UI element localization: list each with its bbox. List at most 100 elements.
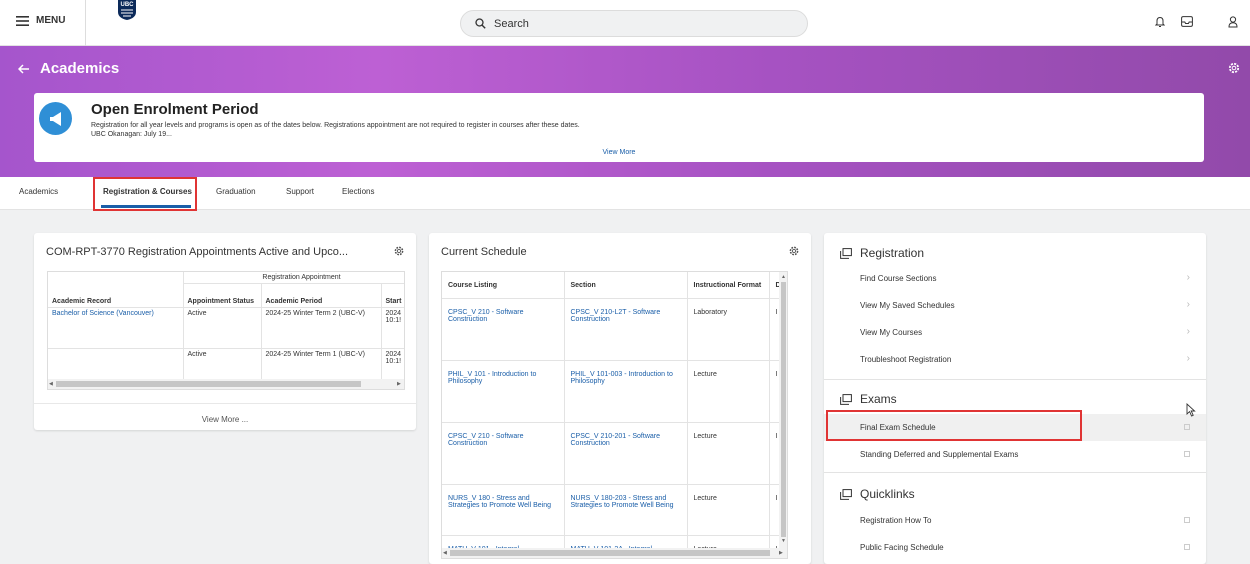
ubc-logo[interactable]: UBC: [118, 0, 136, 20]
external-link-icon: [1184, 517, 1190, 523]
window-icon: [840, 393, 852, 405]
chevron-right-icon: ›: [1186, 326, 1190, 337]
exams-section-header: Exams: [840, 392, 897, 406]
external-link-icon: [1184, 544, 1190, 550]
scrollbar-thumb[interactable]: [781, 282, 786, 537]
section-title: Exams: [860, 392, 897, 406]
gear-icon[interactable]: [1227, 61, 1241, 75]
hamburger-icon: [16, 15, 29, 26]
link-label: Troubleshoot Registration: [860, 355, 952, 364]
final-exam-schedule-link[interactable]: Final Exam Schedule: [824, 414, 1206, 441]
link-label: Public Facing Schedule: [860, 543, 944, 552]
quicklinks-section-header: Quicklinks: [840, 487, 915, 501]
scrollbar-thumb[interactable]: [56, 381, 361, 387]
scroll-right-arrow[interactable]: ▶: [397, 381, 401, 387]
tab-graduation[interactable]: Graduation: [216, 187, 256, 196]
inbox-icon[interactable]: [1181, 16, 1193, 27]
tab-support[interactable]: Support: [286, 187, 314, 196]
table-row: Bachelor of Science (Vancouver) Active 2…: [48, 307, 404, 349]
menu-button[interactable]: MENU: [16, 15, 65, 26]
scroll-left-arrow[interactable]: ◀: [443, 550, 447, 556]
course-link[interactable]: CPSC_V 210 - Software Construction: [448, 309, 523, 323]
bell-icon[interactable]: [1155, 16, 1165, 28]
external-link-icon: [1184, 424, 1190, 430]
link-label: Find Course Sections: [860, 274, 937, 283]
divider: [85, 0, 86, 46]
menu-label: MENU: [36, 15, 66, 26]
troubleshoot-registration-link[interactable]: Troubleshoot Registration ›: [824, 346, 1206, 373]
announcement-text: Registration for all year levels and pro…: [91, 121, 1091, 139]
section-link[interactable]: NURS_V 180-203 - Stress and Strategies t…: [571, 495, 674, 509]
window-icon: [840, 488, 852, 500]
search-box[interactable]: [460, 10, 808, 37]
chevron-right-icon: ›: [1186, 353, 1190, 364]
horizontal-scrollbar[interactable]: ◀ ▶: [48, 379, 404, 389]
search-input[interactable]: [494, 17, 784, 30]
section-title: Registration: [860, 246, 925, 260]
active-tab-indicator: [101, 205, 191, 208]
gear-icon[interactable]: [788, 245, 800, 257]
gear-icon[interactable]: [393, 245, 405, 257]
back-arrow-icon[interactable]: [18, 63, 30, 74]
top-bar: MENU UBC: [0, 0, 1250, 46]
academics-banner: Academics Open Enrolment Period Registra…: [0, 46, 1250, 177]
table-cell: Active: [183, 307, 262, 349]
course-link[interactable]: NURS_V 180 - Stress and Strategies to Pr…: [448, 495, 551, 509]
table-cell: 2024 10:1!: [381, 307, 404, 349]
chevron-right-icon: ›: [1186, 272, 1190, 283]
megaphone-icon: [39, 102, 72, 135]
find-course-sections-link[interactable]: Find Course Sections ›: [824, 265, 1206, 292]
announcement-card: Open Enrolment Period Registration for a…: [34, 93, 1204, 162]
academic-record-link[interactable]: Bachelor of Science (Vancouver): [52, 310, 154, 317]
svg-text:UBC: UBC: [121, 2, 135, 8]
view-saved-schedules-link[interactable]: View My Saved Schedules ›: [824, 292, 1206, 319]
search-icon: [475, 18, 486, 29]
registration-section-header: Registration: [840, 246, 924, 260]
registration-appointments-card: COM-RPT-3770 Registration Appointments A…: [34, 233, 416, 430]
section-title: Quicklinks: [860, 487, 915, 501]
section-link[interactable]: CPSC_V 210-L2T - Software Construction: [571, 309, 661, 323]
horizontal-scrollbar[interactable]: ◀ ▶: [442, 548, 787, 558]
scroll-right-arrow[interactable]: ▶: [779, 550, 783, 556]
schedule-table: Course Listing Section Instructional For…: [441, 271, 788, 559]
column-header: Instructional Format: [687, 272, 770, 299]
current-schedule-card: Current Schedule Course Listing Section …: [429, 233, 811, 564]
external-link-icon: [1184, 451, 1190, 457]
announcement-view-more-link[interactable]: View More: [34, 149, 1204, 156]
page-header: Academics: [18, 60, 119, 77]
table-row: NURS_V 180 - Stress and Strategies to Pr…: [442, 484, 787, 536]
links-card: Registration Find Course Sections › View …: [824, 233, 1206, 564]
course-link[interactable]: PHIL_V 101 - Introduction to Philosophy: [448, 371, 536, 385]
scrollbar-thumb[interactable]: [450, 550, 770, 556]
announcement-body: Registration for all year levels and pro…: [91, 122, 580, 129]
view-more-link[interactable]: View More ...: [34, 415, 416, 424]
card-title: Current Schedule: [441, 246, 527, 258]
appointments-table: Registration Appointment Academic Record…: [47, 271, 405, 390]
link-label: View My Saved Schedules: [860, 301, 955, 310]
vertical-scrollbar[interactable]: ▲ ▼: [779, 272, 787, 548]
link-label: View My Courses: [860, 328, 923, 337]
scroll-up-arrow[interactable]: ▲: [781, 274, 786, 280]
scroll-left-arrow[interactable]: ◀: [49, 381, 53, 387]
public-facing-schedule-link[interactable]: Public Facing Schedule: [824, 534, 1206, 561]
header-spacer: [48, 272, 184, 284]
section-link[interactable]: PHIL_V 101-003 - Introduction to Philoso…: [571, 371, 673, 385]
table-row: PHIL_V 101 - Introduction to Philosophy …: [442, 360, 787, 423]
registration-how-to-link[interactable]: Registration How To: [824, 507, 1206, 534]
tab-academics[interactable]: Academics: [19, 187, 58, 196]
section-link[interactable]: CPSC_V 210-201 - Software Construction: [571, 433, 661, 447]
divider: [824, 472, 1206, 473]
announcement-title: Open Enrolment Period: [91, 101, 259, 118]
deferred-supplemental-exams-link[interactable]: Standing Deferred and Supplemental Exams: [824, 441, 1206, 468]
view-my-courses-link[interactable]: View My Courses ›: [824, 319, 1206, 346]
column-header: Course Listing: [442, 272, 565, 299]
table-row: CPSC_V 210 - Software Construction CPSC_…: [442, 298, 787, 361]
course-link[interactable]: CPSC_V 210 - Software Construction: [448, 433, 523, 447]
mouse-cursor-icon: [1186, 403, 1196, 417]
scroll-down-arrow[interactable]: ▼: [781, 538, 786, 544]
tab-elections[interactable]: Elections: [342, 187, 374, 196]
divider: [824, 379, 1206, 380]
profile-icon[interactable]: [1228, 16, 1238, 28]
page-title: Academics: [40, 60, 120, 77]
tab-registration-courses[interactable]: Registration & Courses: [103, 187, 192, 196]
